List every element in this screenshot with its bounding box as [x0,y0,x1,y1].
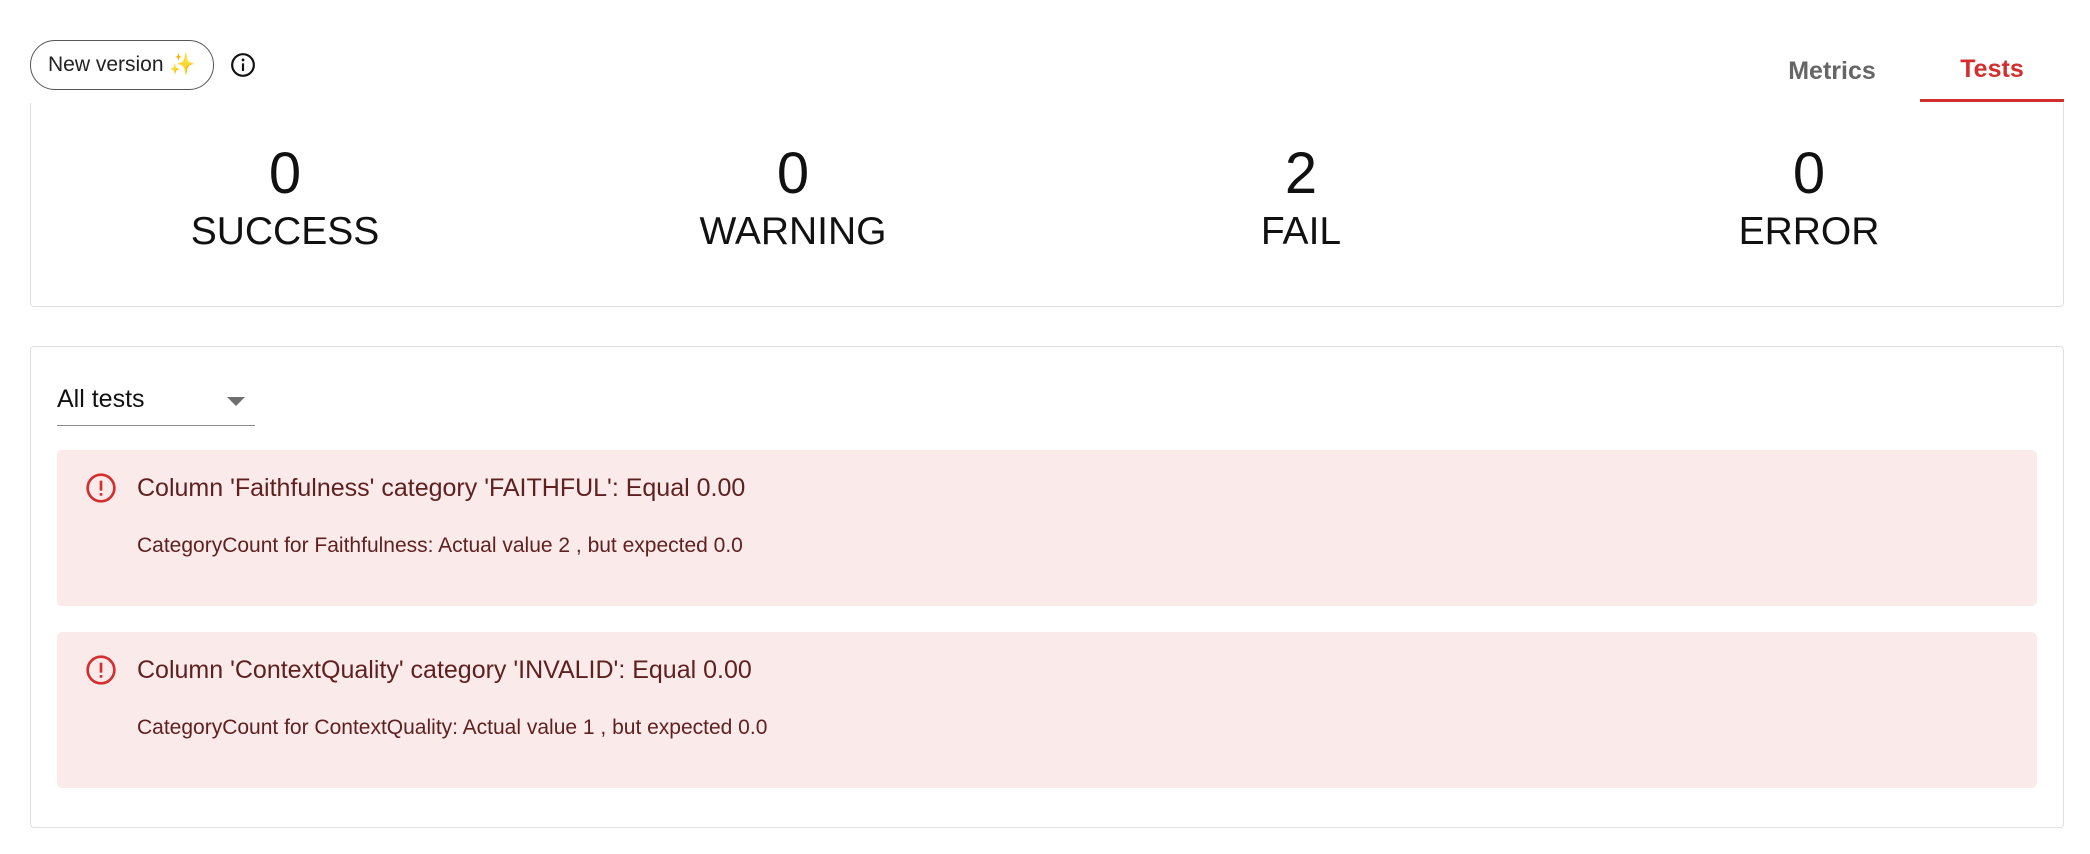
test-result-alert: Column 'ContextQuality' category 'INVALI… [57,632,2037,788]
fail-count: 2 [1284,141,1318,206]
stat-fail: 2 FAIL [1047,103,1555,306]
error-label: ERROR [1738,210,1880,253]
error-outline-icon [86,655,116,685]
test-filter-value: All tests [57,385,145,413]
error-count: 0 [1792,141,1826,206]
test-result-alert: Column 'Faithfulness' category 'FAITHFUL… [57,450,2037,606]
alert-title: Column 'ContextQuality' category 'INVALI… [137,656,752,684]
test-summary-card: 0 SUCCESS 0 WARNING 2 FAIL 0 ERROR [30,103,2064,307]
error-outline-icon [86,473,116,503]
alert-message: CategoryCount for Faithfulness: Actual v… [137,534,743,557]
stat-success: 0 SUCCESS [31,103,539,306]
tab-tests[interactable]: Tests [1920,40,2064,102]
test-filter-select[interactable]: All tests [57,377,255,426]
stat-warning: 0 WARNING [539,103,1047,306]
success-count: 0 [268,141,302,206]
alert-message: CategoryCount for ContextQuality: Actual… [137,716,768,739]
info-icon[interactable] [230,52,256,78]
warning-label: WARNING [699,210,887,253]
fail-label: FAIL [1260,210,1342,253]
top-bar: New version ✨ Metrics Tests [30,40,2064,102]
success-label: SUCCESS [190,210,380,253]
warning-count: 0 [776,141,810,206]
view-tabs: Metrics Tests [1744,40,2064,102]
tab-metrics[interactable]: Metrics [1744,40,1920,102]
alert-title: Column 'Faithfulness' category 'FAITHFUL… [137,474,746,502]
chevron-down-icon [227,397,245,406]
new-version-button[interactable]: New version ✨ [30,40,214,90]
stat-error: 0 ERROR [1555,103,2063,306]
tests-list-card: All tests Column 'Faithfulness' category… [30,346,2064,828]
